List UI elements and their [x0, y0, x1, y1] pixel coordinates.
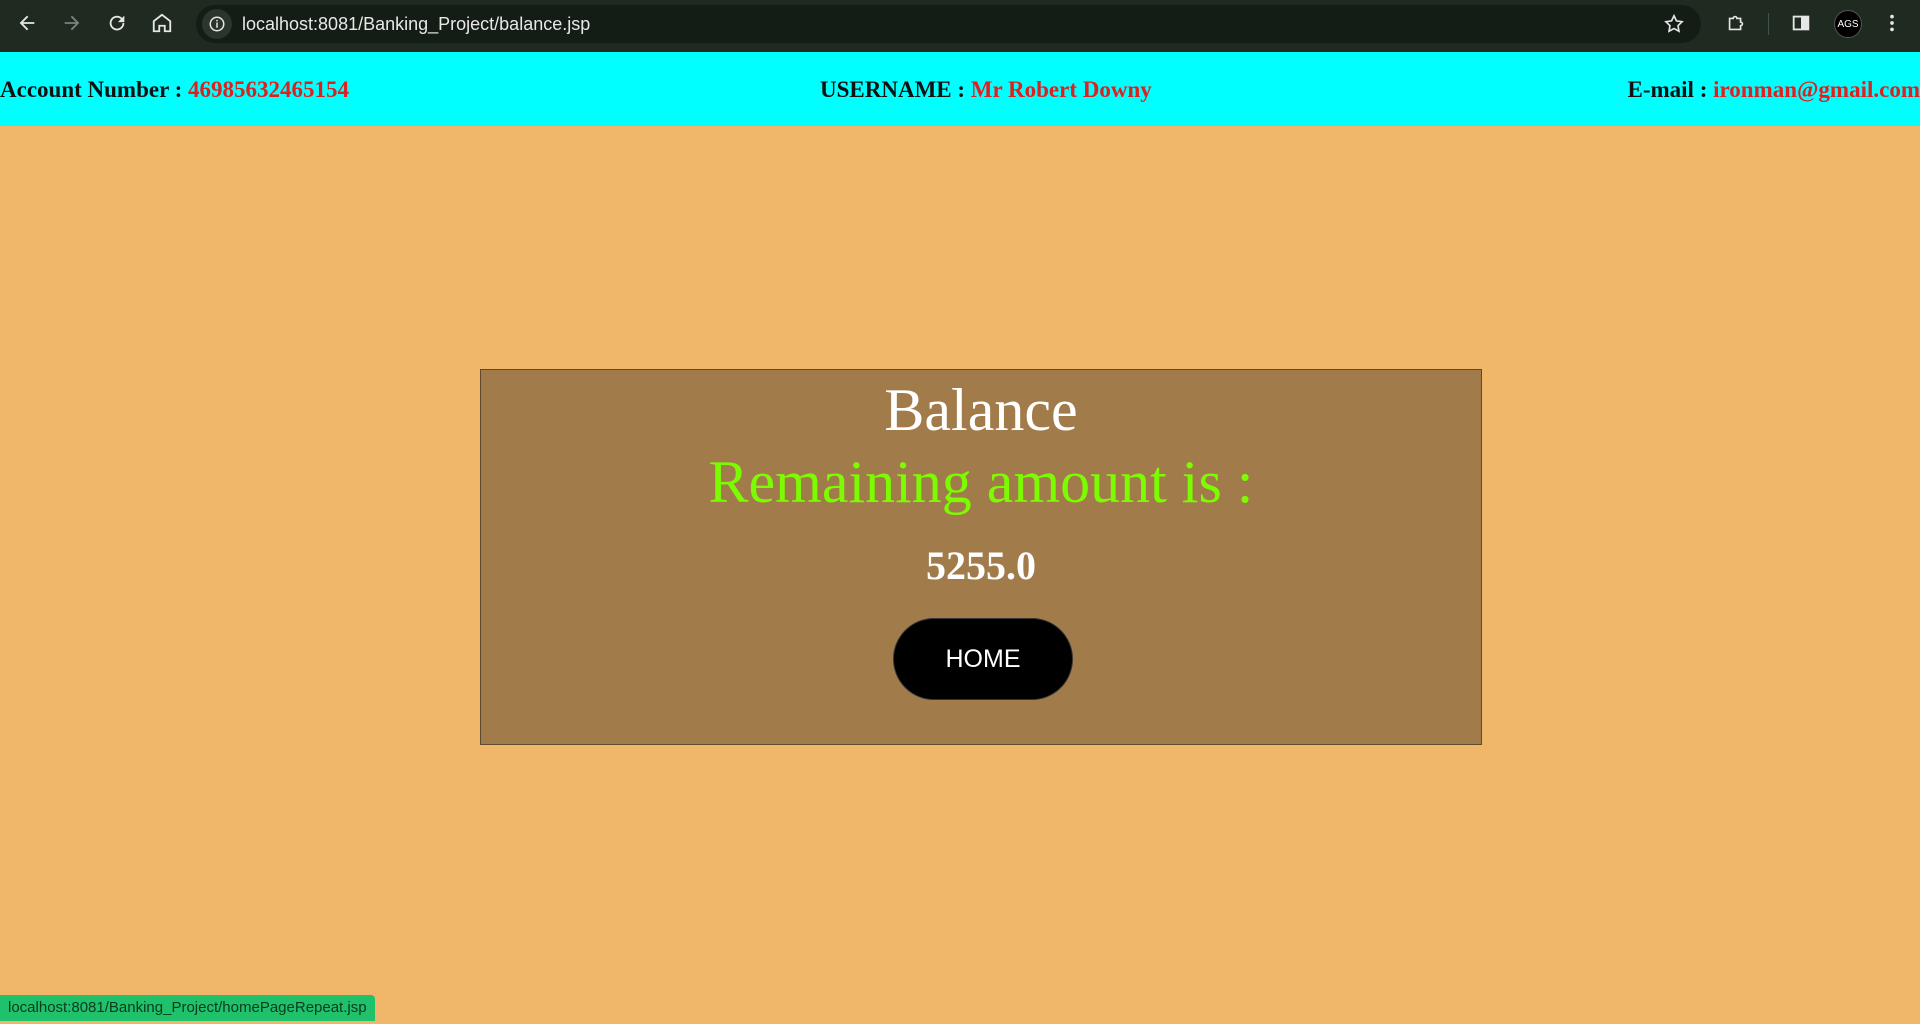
account-number: Account Number : 46985632465154 [0, 77, 349, 103]
forward-arrow-icon [64, 15, 80, 31]
back-button[interactable] [11, 7, 43, 39]
link-status-bubble: localhost:8081/Banking_Project/homePageR… [0, 995, 375, 1021]
user-info-header: Account Number : 46985632465154 USERNAME… [0, 52, 1920, 126]
username-label: USERNAME : [820, 77, 971, 102]
home-nav-button[interactable] [146, 7, 178, 39]
extensions-button[interactable] [1720, 7, 1752, 39]
toolbar-divider [1768, 13, 1769, 35]
account-number-value: 46985632465154 [188, 77, 350, 102]
email-label: E-mail : [1627, 77, 1714, 102]
address-bar[interactable]: localhost:8081/Banking_Project/balance.j… [196, 5, 1701, 43]
bookmark-star-icon[interactable] [1663, 13, 1685, 40]
site-info-icon[interactable] [202, 9, 232, 39]
email-value: ironman@gmail.com [1713, 77, 1920, 102]
balance-title: Balance [884, 377, 1078, 443]
puzzle-icon [1728, 15, 1744, 31]
reload-icon [109, 15, 125, 31]
balance-panel: Balance Remaining amount is : 5255.0 HOM… [480, 369, 1482, 745]
browser-menu-button[interactable] [1876, 7, 1908, 39]
username: USERNAME : Mr Robert Downy [820, 77, 1152, 103]
house-icon [152, 13, 172, 33]
home-button[interactable]: HOME [893, 618, 1073, 700]
balance-amount: 5255.0 [926, 543, 1036, 588]
username-value: Mr Robert Downy [970, 77, 1152, 102]
profile-avatar[interactable]: AGS [1834, 10, 1862, 38]
url-text[interactable]: localhost:8081/Banking_Project/balance.j… [242, 14, 590, 35]
forward-button[interactable] [56, 7, 88, 39]
side-panel-icon [1792, 15, 1810, 31]
account-number-label: Account Number : [0, 77, 189, 102]
side-panel-button[interactable] [1785, 7, 1817, 39]
browser-toolbar: localhost:8081/Banking_Project/balance.j… [0, 0, 1920, 52]
back-arrow-icon [19, 15, 35, 31]
kebab-menu-icon [1890, 14, 1894, 32]
email: E-mail : ironman@gmail.com [1628, 77, 1920, 103]
reload-button[interactable] [101, 7, 133, 39]
remaining-amount-label: Remaining amount is : [708, 449, 1254, 515]
